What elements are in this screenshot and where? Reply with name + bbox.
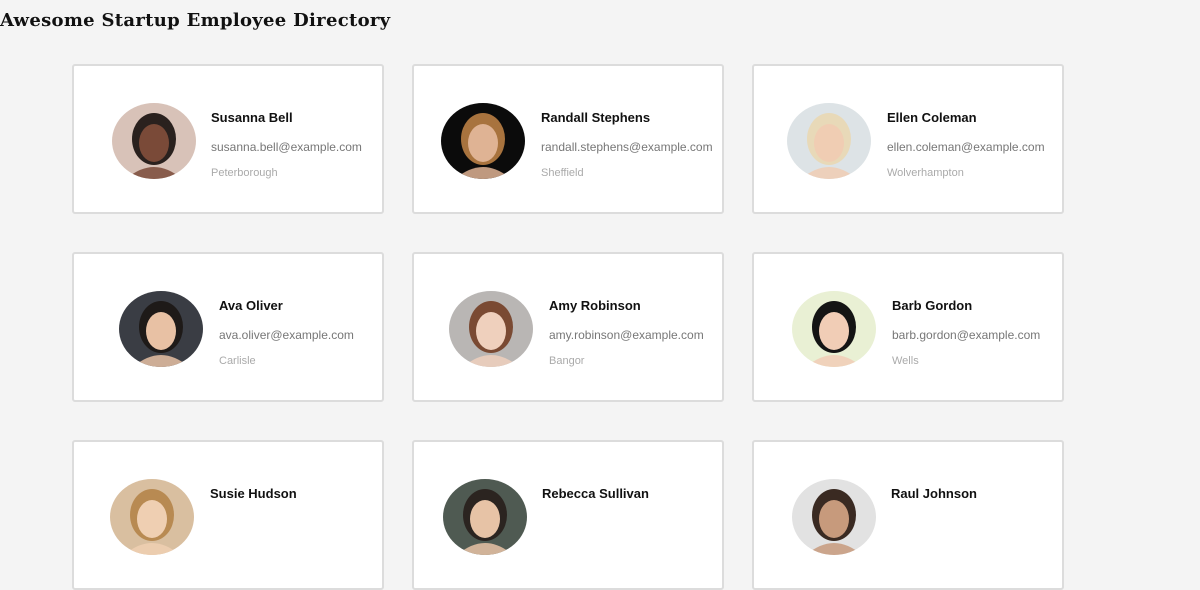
employee-email: ellen.coleman@example.com [887, 140, 1045, 154]
employee-card[interactable]: Ellen Coleman ellen.coleman@example.com Wo… [752, 64, 1064, 214]
employee-email: amy.robinson@example.com [549, 328, 704, 342]
employee-name: Barb Gordon [892, 298, 973, 313]
employee-city: Bangor [549, 355, 585, 367]
employee-card[interactable]: Susanna Bell susanna.bell@example.com Pete… [72, 64, 384, 214]
employee-card[interactable]: Ava Oliver ava.oliver@example.com Carlisle [72, 252, 384, 402]
avatar [112, 103, 196, 179]
employee-card[interactable]: Randall Stephens randall.stephens@example… [412, 64, 724, 214]
employee-email: ava.oliver@example.com [219, 328, 354, 342]
employee-name: Amy Robinson [549, 298, 641, 313]
employee-card[interactable]: Rebecca Sullivan [412, 440, 724, 590]
employee-email: susanna.bell@example.com [211, 140, 362, 154]
employee-name: Randall Stephens [541, 110, 651, 125]
employee-city: Wells [892, 355, 919, 367]
employee-card[interactable]: Raul Johnson [752, 440, 1064, 590]
avatar [787, 103, 871, 179]
avatar [443, 479, 527, 555]
employee-card[interactable]: Barb Gordon barb.gordon@example.com Wells [752, 252, 1064, 402]
avatar [792, 291, 876, 367]
employee-card[interactable]: Amy Robinson amy.robinson@example.com Bang… [412, 252, 724, 402]
employee-email: randall.stephens@example.com [541, 140, 713, 154]
avatar [119, 291, 203, 367]
employee-name: Ava Oliver [219, 298, 283, 313]
avatar [441, 103, 525, 179]
employee-city: Sheffield [541, 167, 584, 179]
employee-card[interactable]: Susie Hudson [72, 440, 384, 590]
avatar [110, 479, 194, 555]
employee-email: barb.gordon@example.com [892, 328, 1041, 342]
employee-name: Ellen Coleman [887, 110, 977, 125]
avatar [792, 479, 876, 555]
employee-city: Wolverhampton [887, 167, 964, 179]
page-title: Awesome Startup Employee Directory [0, 10, 391, 31]
employee-city: Peterborough [211, 167, 278, 179]
employee-city: Carlisle [219, 355, 256, 367]
avatar [449, 291, 533, 367]
employee-name: Susanna Bell [211, 110, 293, 125]
